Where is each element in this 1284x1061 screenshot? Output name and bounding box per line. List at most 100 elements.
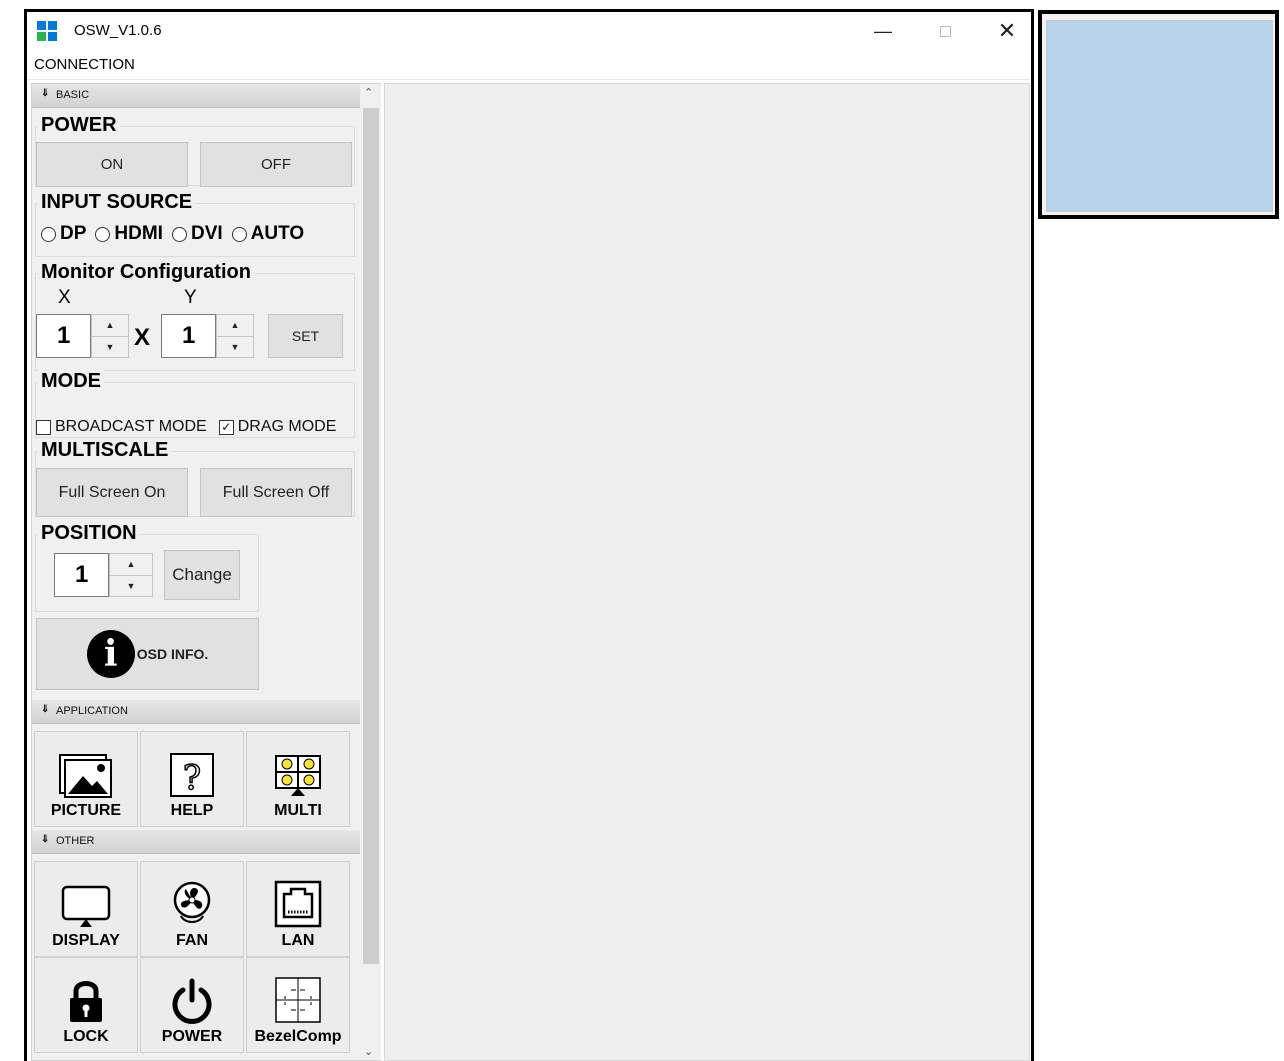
tile-label: FAN — [176, 932, 208, 949]
tile-label: MULTI — [274, 802, 322, 819]
section-label: OTHER — [56, 835, 95, 847]
close-button[interactable]: ✕ — [987, 16, 1027, 46]
picture-tile[interactable]: PICTURE — [34, 731, 138, 827]
workspace-area[interactable] — [384, 83, 1030, 1061]
fan-icon — [173, 881, 211, 923]
x-stepper-value[interactable]: 1 — [36, 314, 91, 358]
radio-label: AUTO — [250, 223, 305, 244]
radio-dp[interactable]: DP — [41, 223, 86, 245]
radio-label: HDMI — [114, 223, 163, 244]
y-stepper[interactable]: 1 ▲ ▼ — [161, 314, 254, 358]
collapse-chevron-icon: ⇓ — [41, 704, 50, 715]
collapse-chevron-icon: ⇓ — [41, 88, 50, 99]
control-panel: ⇓ BASIC POWER ON OFF INPUT SOURCE DP HDM… — [31, 83, 381, 1061]
drag-mode-checkbox[interactable]: ✓ — [218, 419, 234, 435]
minimize-icon: — — [874, 20, 892, 41]
position-stepper-value[interactable]: 1 — [54, 553, 109, 597]
menu-connection[interactable]: CONNECTION — [34, 56, 135, 73]
tile-label: DISPLAY — [52, 932, 120, 949]
lock-icon — [70, 981, 102, 1022]
change-button[interactable]: Change — [164, 550, 240, 600]
power-off-button[interactable]: OFF — [200, 142, 352, 187]
scroll-down-icon[interactable]: ⌄ — [364, 1045, 373, 1058]
stepper-down-icon[interactable]: ▼ — [110, 576, 152, 597]
monitor-preview-screen[interactable] — [1046, 20, 1273, 212]
main-window: OSW_V1.0.6 — ✕ CONNECTION ⇓ BASIC POWER … — [24, 9, 1034, 1061]
minimize-button[interactable]: — — [863, 16, 903, 46]
full-screen-on-button[interactable]: Full Screen On — [36, 468, 188, 517]
set-button[interactable]: SET — [268, 314, 343, 358]
multi-icon — [275, 755, 321, 796]
broadcast-mode-checkbox[interactable] — [36, 419, 51, 435]
scroll-up-icon[interactable]: ⌃ — [364, 86, 373, 99]
title-bar: OSW_V1.0.6 — ✕ — [27, 12, 1031, 50]
multi-tile[interactable]: MULTI — [246, 731, 350, 827]
bezel-comp-icon — [275, 977, 321, 1023]
fan-tile[interactable]: FAN — [140, 861, 244, 957]
tile-label: HELP — [170, 802, 214, 819]
stepper-up-icon[interactable]: ▲ — [217, 315, 253, 337]
window-title: OSW_V1.0.6 — [74, 22, 162, 39]
y-axis-label: Y — [184, 287, 197, 308]
picture-icon — [59, 754, 112, 798]
stepper-down-icon[interactable]: ▼ — [217, 337, 253, 358]
display-tile[interactable]: DISPLAY — [34, 861, 138, 957]
scrollbar-thumb[interactable] — [363, 108, 379, 964]
tile-label: LAN — [281, 932, 315, 949]
power-tile[interactable]: POWER — [140, 957, 244, 1053]
section-header-basic[interactable]: ⇓ BASIC — [32, 84, 360, 108]
input-source-title: INPUT SOURCE — [38, 191, 196, 214]
monitor-preview-window[interactable] — [1038, 10, 1279, 219]
times-sign: X — [134, 324, 151, 351]
position-title: POSITION — [38, 522, 140, 545]
power-title: POWER — [38, 114, 120, 137]
radio-hdmi[interactable]: HDMI — [95, 223, 163, 245]
bezel-comp-tile[interactable]: BezelComp — [246, 957, 350, 1053]
close-icon: ✕ — [997, 18, 1017, 43]
app-logo-icon — [37, 21, 57, 41]
x-stepper[interactable]: 1 ▲ ▼ — [36, 314, 129, 358]
stepper-up-icon[interactable]: ▲ — [92, 315, 128, 337]
section-label: BASIC — [56, 89, 90, 101]
tile-label: BezelComp — [254, 1028, 342, 1045]
stepper-down-icon[interactable]: ▼ — [92, 337, 128, 358]
monitor-config-title: Monitor Configuration — [38, 261, 254, 284]
lan-tile[interactable]: LAN — [246, 861, 350, 957]
mode-title: MODE — [38, 370, 104, 393]
stepper-up-icon[interactable]: ▲ — [110, 554, 152, 576]
power-on-button[interactable]: ON — [36, 142, 188, 187]
tile-label: POWER — [161, 1028, 223, 1045]
broadcast-mode-label[interactable]: BROADCAST MODE — [55, 418, 207, 436]
tile-label: LOCK — [63, 1028, 109, 1045]
lan-icon — [274, 880, 322, 928]
help-tile[interactable]: ? HELP — [140, 731, 244, 827]
x-axis-label: X — [58, 287, 71, 308]
left-pane-scrollbar[interactable]: ⌃ ⌄ — [361, 84, 381, 1060]
lock-tile[interactable]: LOCK — [34, 957, 138, 1053]
mode-options: BROADCAST MODE ✓ DRAG MODE — [36, 418, 336, 436]
full-screen-off-button[interactable]: Full Screen Off — [200, 468, 352, 517]
radio-auto[interactable]: AUTO — [231, 223, 305, 245]
position-stepper[interactable]: 1 ▲ ▼ — [54, 553, 153, 597]
osd-info-button[interactable]: i OSD INFO. — [36, 618, 259, 690]
multiscale-title: MULTISCALE — [38, 439, 172, 462]
maximize-icon — [939, 25, 951, 37]
radio-dvi[interactable]: DVI — [171, 223, 223, 245]
input-source-options: DP HDMI DVI AUTO — [41, 223, 313, 245]
menu-bar: CONNECTION — [27, 50, 1031, 80]
svg-text:?: ? — [183, 758, 201, 798]
y-stepper-value[interactable]: 1 — [161, 314, 216, 358]
info-icon: i — [86, 630, 135, 678]
collapse-chevron-icon: ⇓ — [41, 834, 50, 845]
power-icon — [172, 978, 212, 1024]
radio-label: DP — [60, 223, 87, 244]
display-icon — [61, 885, 111, 927]
drag-mode-label[interactable]: DRAG MODE — [238, 418, 337, 436]
help-icon: ? — [170, 753, 214, 798]
section-header-application[interactable]: ⇓ APPLICATION — [32, 700, 360, 724]
osd-info-label: OSD INFO. — [136, 646, 209, 662]
section-header-other[interactable]: ⇓ OTHER — [32, 830, 360, 854]
radio-label: DVI — [190, 223, 223, 244]
maximize-button[interactable] — [925, 16, 965, 46]
tile-label: PICTURE — [50, 802, 122, 819]
